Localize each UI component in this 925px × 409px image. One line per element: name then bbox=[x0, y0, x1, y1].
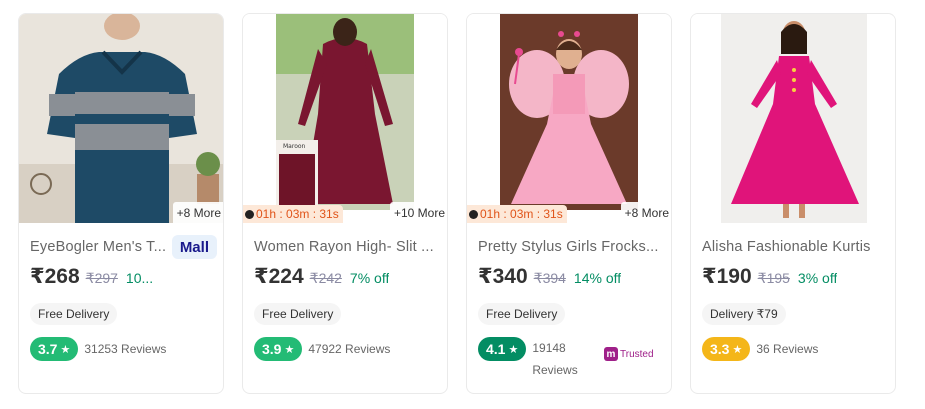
star-icon: ★ bbox=[284, 343, 295, 356]
price-row: ₹190 ₹195 3% off bbox=[702, 264, 889, 292]
deal-timer: 01h : 03m : 31s bbox=[243, 205, 343, 223]
discount: 3% off bbox=[797, 270, 838, 286]
rating-value: 4.1 bbox=[486, 341, 506, 357]
product-image[interactable]: 01h : 03m : 31s +8 More bbox=[467, 14, 671, 223]
price: ₹340 bbox=[478, 265, 528, 288]
rating-badge: 4.1 ★ bbox=[478, 337, 527, 361]
price-row: ₹268 ₹297 10... bbox=[30, 264, 217, 292]
original-price: ₹195 bbox=[757, 270, 790, 286]
more-variants-badge[interactable]: +8 More bbox=[172, 202, 223, 223]
timer-text: 01h : 03m : 31s bbox=[480, 207, 563, 221]
star-icon: ★ bbox=[60, 343, 71, 356]
product-title[interactable]: EyeBogler Men's T... bbox=[30, 239, 168, 255]
title-row: Women Rayon High- Slit ... bbox=[254, 236, 441, 258]
trusted-badge: m Trusted bbox=[604, 347, 654, 361]
delivery-badge: Free Delivery bbox=[30, 303, 118, 325]
rating-row: 3.9 ★ 47922 Reviews bbox=[254, 337, 441, 361]
product-card[interactable]: Maroon 01h : 03m : 31s +10 More Women Ra… bbox=[242, 13, 448, 394]
review-count: 19148 Reviews bbox=[532, 341, 578, 377]
title-row: Pretty Stylus Girls Frocks... bbox=[478, 236, 665, 258]
product-photo: Maroon bbox=[243, 14, 447, 223]
product-grid: +8 More EyeBogler Men's T... Mall ₹268 ₹… bbox=[18, 13, 898, 394]
trusted-icon: m bbox=[604, 347, 618, 361]
original-price: ₹394 bbox=[533, 270, 566, 286]
rating-value: 3.9 bbox=[262, 341, 282, 357]
original-price: ₹297 bbox=[85, 270, 118, 286]
product-image[interactable]: Maroon 01h : 03m : 31s +10 More bbox=[243, 14, 447, 223]
product-card[interactable]: Alisha Fashionable Kurtis ₹190 ₹195 3% o… bbox=[690, 13, 896, 394]
product-image[interactable] bbox=[691, 14, 895, 223]
rating-value: 3.3 bbox=[710, 341, 730, 357]
title-row: EyeBogler Men's T... Mall bbox=[30, 235, 217, 259]
product-image[interactable]: +8 More bbox=[19, 14, 223, 223]
original-price: ₹242 bbox=[309, 270, 342, 286]
mall-tag: Mall bbox=[171, 235, 217, 259]
review-count: 36 Reviews bbox=[756, 342, 819, 356]
rating-value: 3.7 bbox=[38, 341, 58, 357]
image-label: Maroon bbox=[283, 143, 306, 150]
discount: 7% off bbox=[349, 270, 390, 286]
clock-icon bbox=[245, 209, 254, 219]
product-title[interactable]: Pretty Stylus Girls Frocks... bbox=[478, 239, 665, 255]
product-title[interactable]: Women Rayon High- Slit ... bbox=[254, 239, 441, 255]
more-variants-badge[interactable]: +10 More bbox=[389, 202, 447, 223]
more-variants-badge[interactable]: +8 More bbox=[620, 202, 671, 223]
rating-row: 3.7 ★ 31253 Reviews bbox=[30, 337, 217, 361]
rating-badge: 3.3 ★ bbox=[702, 337, 751, 361]
timer-text: 01h : 03m : 31s bbox=[256, 207, 339, 221]
product-photo bbox=[19, 14, 223, 223]
star-icon: ★ bbox=[508, 343, 519, 356]
discount: 10... bbox=[125, 270, 154, 286]
deal-timer: 01h : 03m : 31s bbox=[467, 205, 567, 223]
price: ₹224 bbox=[254, 265, 304, 288]
trusted-label: Trusted bbox=[620, 348, 654, 360]
clock-icon bbox=[469, 209, 478, 219]
title-row: Alisha Fashionable Kurtis bbox=[702, 236, 889, 258]
price: ₹268 bbox=[30, 265, 80, 288]
delivery-badge: Free Delivery bbox=[478, 303, 566, 325]
product-title[interactable]: Alisha Fashionable Kurtis bbox=[702, 239, 889, 255]
delivery-badge: Delivery ₹79 bbox=[702, 303, 786, 325]
rating-row: 3.3 ★ 36 Reviews bbox=[702, 337, 889, 361]
review-count: 31253 Reviews bbox=[84, 342, 167, 356]
product-photo bbox=[691, 14, 895, 223]
star-icon: ★ bbox=[732, 343, 743, 356]
price-row: ₹224 ₹242 7% off bbox=[254, 264, 441, 292]
rating-badge: 3.9 ★ bbox=[254, 337, 303, 361]
rating-badge: 3.7 ★ bbox=[30, 337, 79, 361]
product-card[interactable]: 01h : 03m : 31s +8 More Pretty Stylus Gi… bbox=[466, 13, 672, 394]
price-row: ₹340 ₹394 14% off bbox=[478, 264, 665, 292]
product-photo bbox=[467, 14, 671, 223]
product-card[interactable]: +8 More EyeBogler Men's T... Mall ₹268 ₹… bbox=[18, 13, 224, 394]
delivery-badge: Free Delivery bbox=[254, 303, 342, 325]
price: ₹190 bbox=[702, 265, 752, 288]
discount: 14% off bbox=[573, 270, 622, 286]
review-count: 47922 Reviews bbox=[308, 342, 391, 356]
